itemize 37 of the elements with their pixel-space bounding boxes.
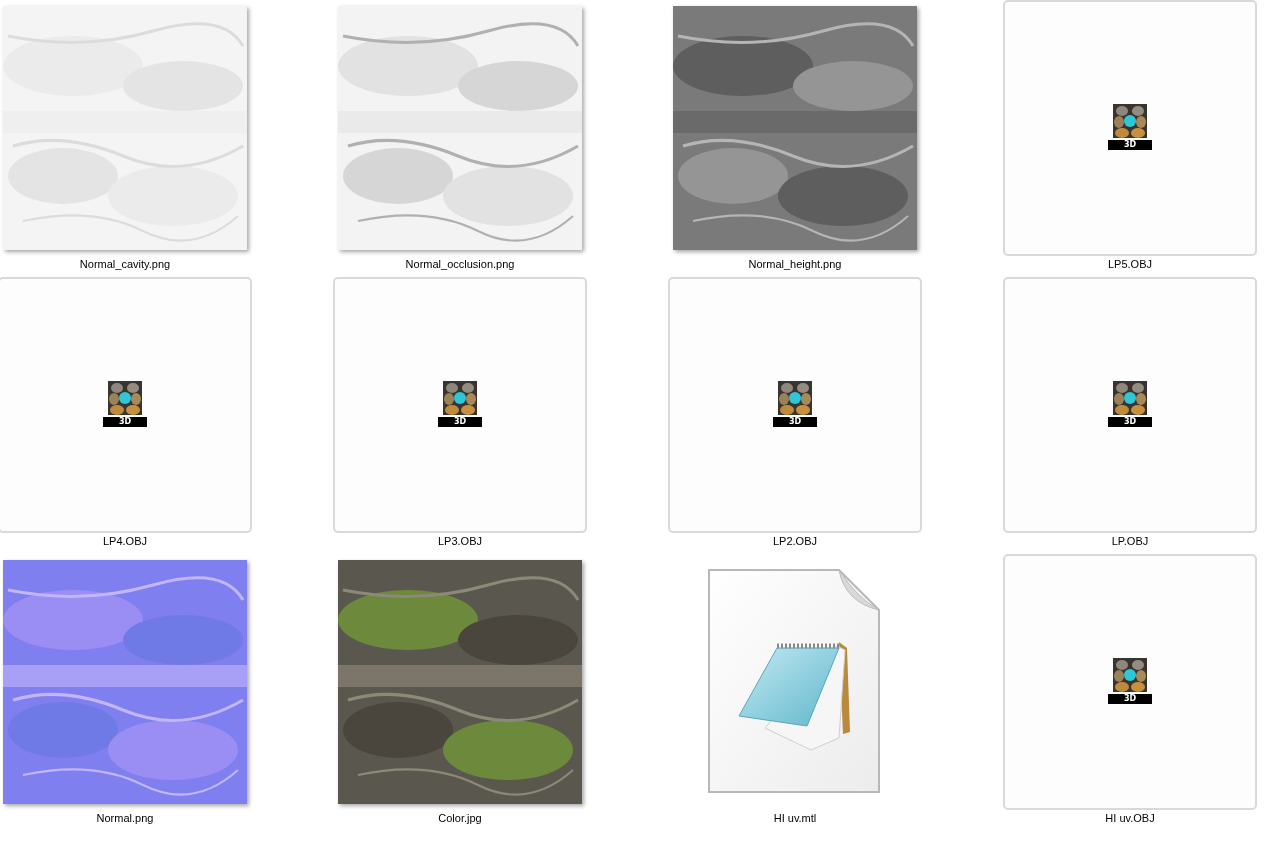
file-name[interactable]: LP5.OBJ — [1108, 258, 1152, 270]
file-name[interactable]: Normal_height.png — [748, 258, 842, 270]
file-item[interactable]: HI uv.mtl — [668, 554, 922, 831]
badge: 3D — [1108, 140, 1152, 150]
badge: 3D — [438, 417, 482, 427]
file-item[interactable]: 3D LP.OBJ — [1003, 277, 1257, 554]
stone-tile-icon — [1113, 381, 1147, 415]
badge: 3D — [1108, 694, 1152, 704]
file-item[interactable]: Normal_cavity.png — [0, 0, 252, 277]
stone-tile-icon — [1113, 104, 1147, 138]
file-item[interactable]: 3D LP3.OBJ — [333, 277, 587, 554]
file-name[interactable]: LP2.OBJ — [773, 535, 817, 547]
file-name[interactable]: LP4.OBJ — [103, 535, 147, 547]
file-item[interactable]: 3D LP5.OBJ — [1003, 0, 1257, 277]
file-name[interactable]: Normal.png — [96, 812, 154, 824]
notepad-document-icon — [707, 568, 883, 796]
file-name[interactable]: Normal_cavity.png — [79, 258, 171, 270]
file-name[interactable]: Color.jpg — [438, 812, 482, 824]
file-name[interactable]: LP.OBJ — [1111, 535, 1149, 547]
badge: 3D — [773, 417, 817, 427]
file-item[interactable]: Normal_occlusion.png — [333, 0, 587, 277]
stone-tile-icon — [778, 381, 812, 415]
badge: 3D — [1108, 417, 1152, 427]
file-item[interactable]: 3D LP4.OBJ — [0, 277, 252, 554]
file-item[interactable]: Normal_height.png — [668, 0, 922, 277]
file-name[interactable]: LP3.OBJ — [438, 535, 482, 547]
file-item[interactable]: 3D HI uv.OBJ — [1003, 554, 1257, 831]
file-item[interactable]: 3D LP2.OBJ — [668, 277, 922, 554]
file-item[interactable]: Normal.png — [0, 554, 252, 831]
badge: 3D — [103, 417, 147, 427]
file-item[interactable]: Color.jpg — [333, 554, 587, 831]
file-name[interactable]: HI uv.OBJ — [1105, 812, 1155, 824]
stone-tile-icon — [1113, 658, 1147, 692]
file-name[interactable]: Normal_occlusion.png — [405, 258, 515, 270]
stone-tile-icon — [443, 381, 477, 415]
file-name[interactable]: HI uv.mtl — [773, 812, 817, 824]
stone-tile-icon — [108, 381, 142, 415]
